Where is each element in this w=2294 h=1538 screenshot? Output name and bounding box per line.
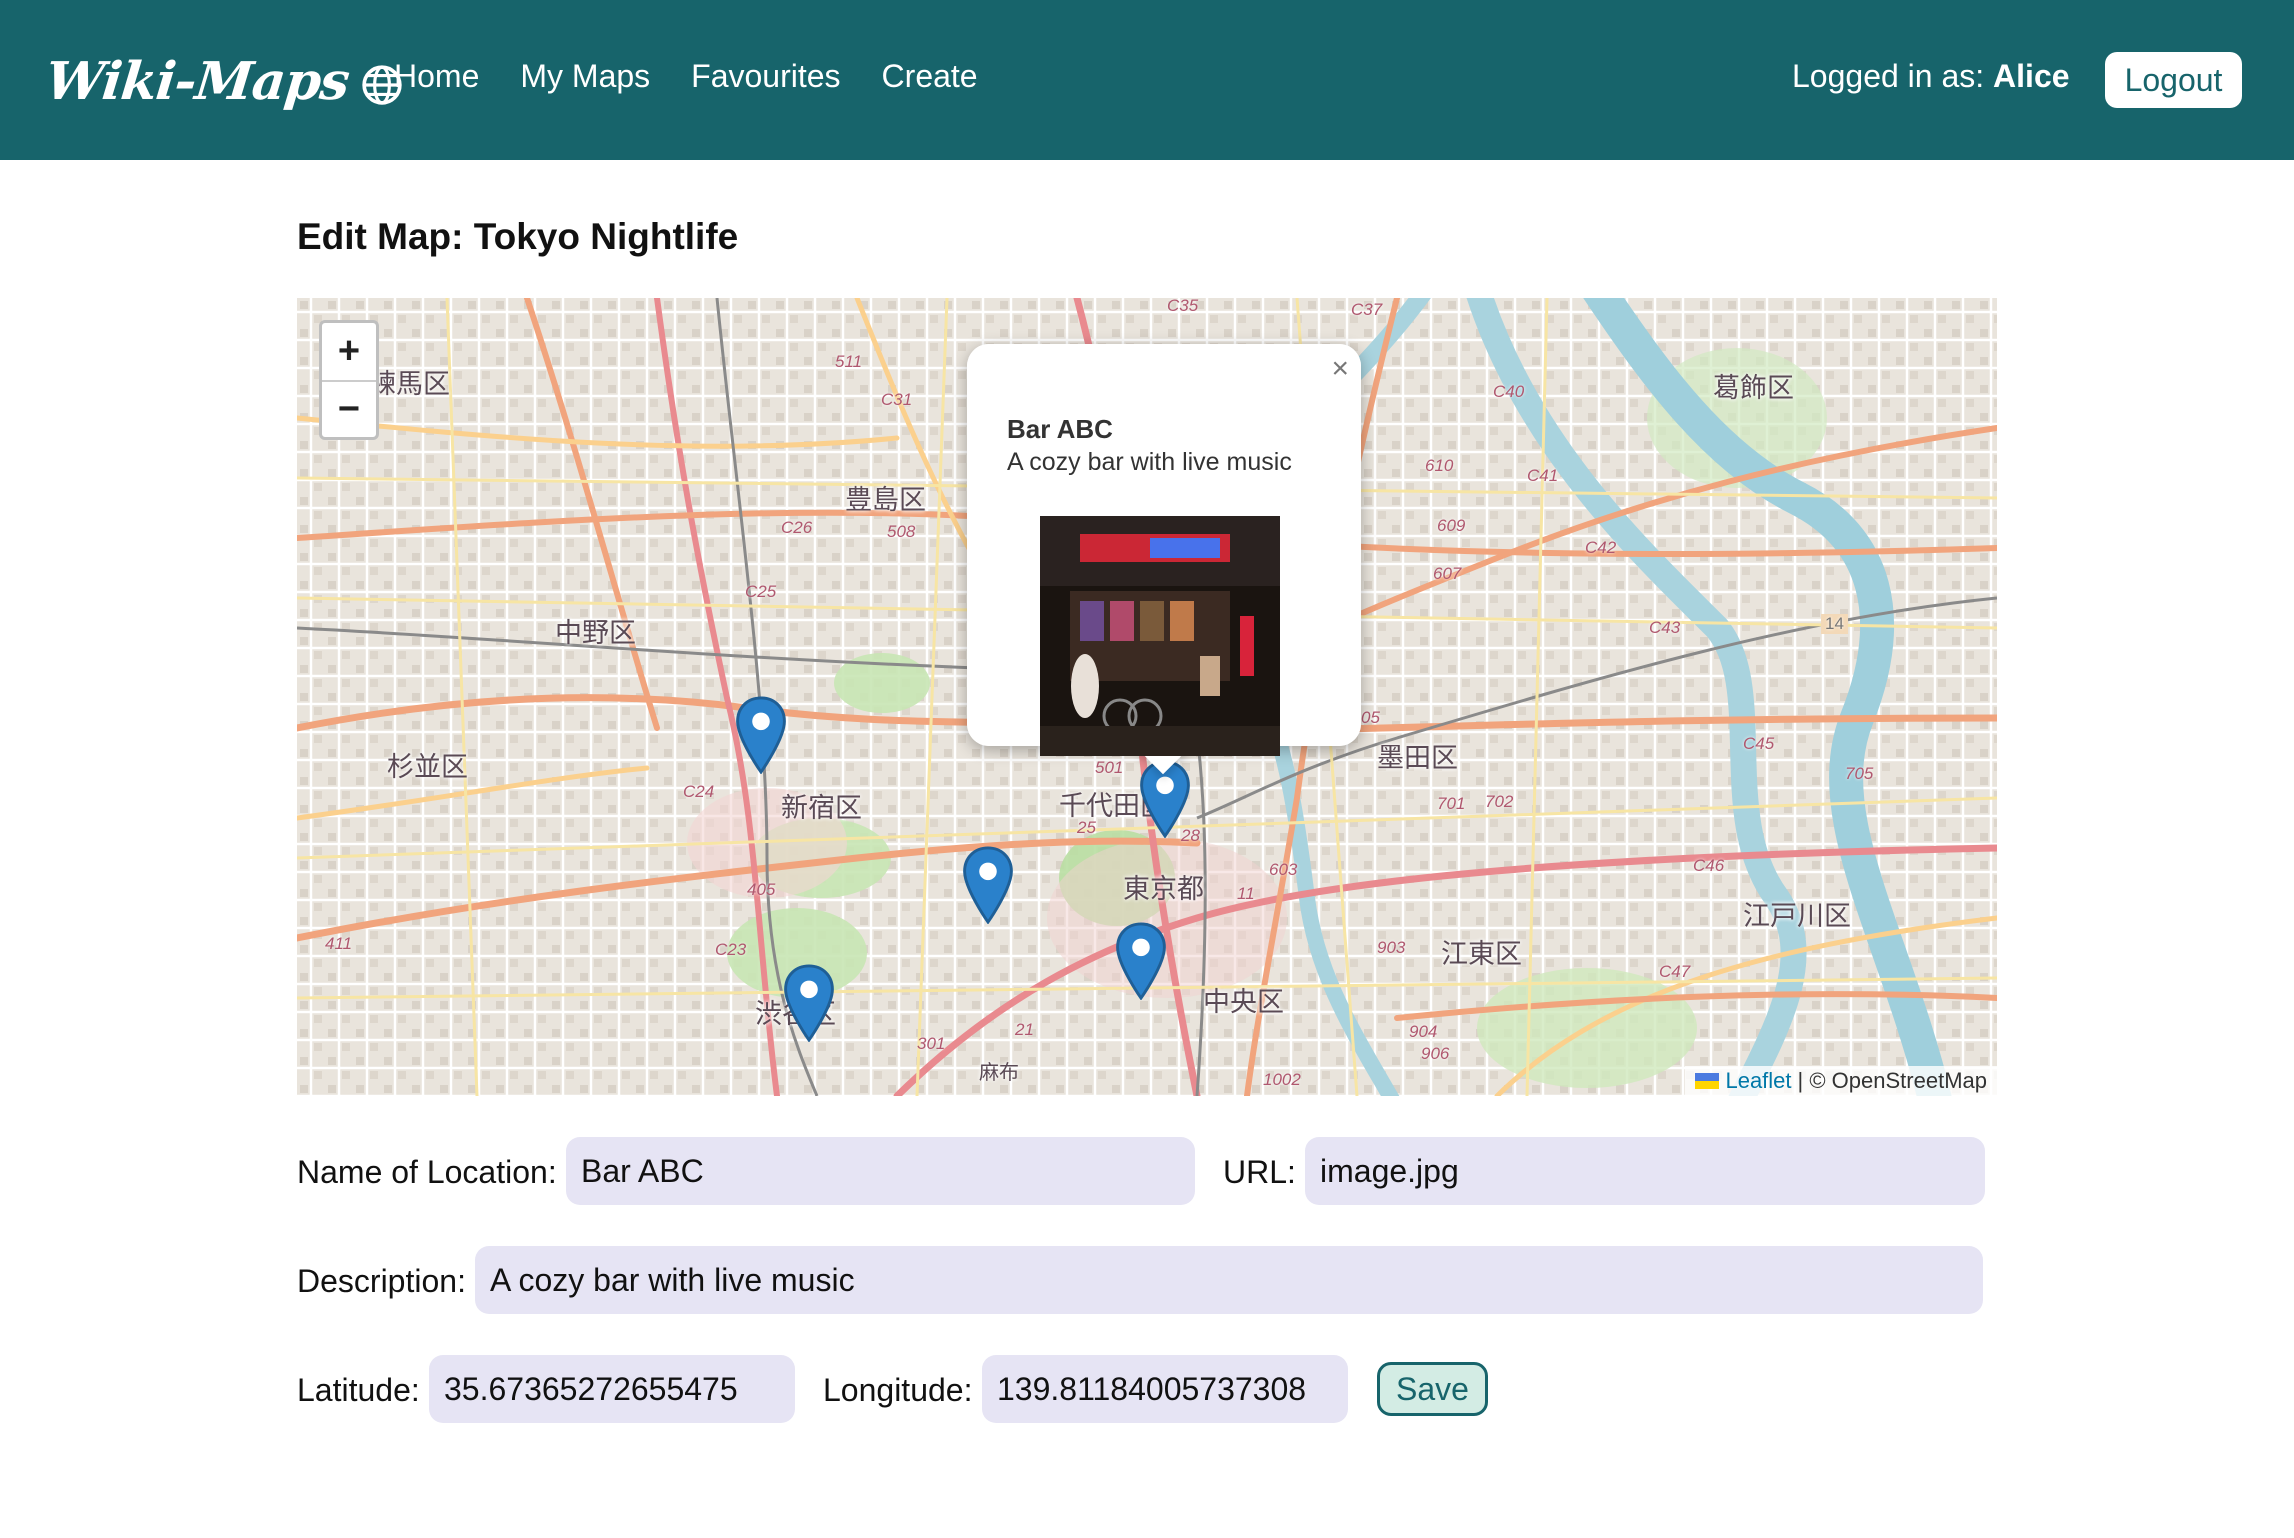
page-title: Edit Map: Tokyo Nightlife: [297, 216, 739, 257]
longitude-label: Longitude:: [823, 1372, 973, 1408]
map-label: 墨田区: [1377, 743, 1458, 773]
road-number: 21: [1015, 1020, 1034, 1039]
road-number: 14: [1821, 614, 1848, 634]
latitude-input[interactable]: [429, 1355, 795, 1423]
map-label: 麻布: [979, 1062, 1019, 1084]
road-number: C43: [1649, 618, 1681, 637]
road-number: C46: [1693, 856, 1725, 875]
road-number: 607: [1433, 564, 1462, 583]
map-marker[interactable]: [735, 696, 787, 774]
nav-home-link[interactable]: Home: [394, 58, 479, 95]
brand-name: Wiki-Maps: [42, 50, 352, 112]
road-number: C23: [715, 940, 747, 959]
location-photo: [1040, 516, 1280, 756]
nav-create-link[interactable]: Create: [882, 58, 978, 95]
description-input[interactable]: [475, 1246, 1983, 1314]
road-number: C40: [1493, 382, 1525, 401]
road-number: C24: [683, 782, 715, 801]
zoom-out-button[interactable]: −: [322, 380, 376, 437]
road-number: 301: [917, 1034, 946, 1053]
road-number: C42: [1585, 538, 1617, 557]
user-name: Alice: [1993, 58, 2070, 94]
map-label: 豊島区: [845, 485, 926, 515]
popup-description: A cozy bar with live music: [1007, 448, 1292, 476]
road-number: 501: [1095, 758, 1124, 777]
brand-logo[interactable]: Wiki-Maps: [42, 46, 403, 116]
road-number: C26: [781, 518, 813, 537]
map-label: 中野区: [555, 618, 636, 648]
popup-title: Bar ABC: [1007, 414, 1113, 444]
road-number: C35: [1167, 298, 1199, 315]
map-label: 江東区: [1441, 939, 1522, 969]
road-number: 603: [1269, 860, 1298, 879]
map-label: 葛飾区: [1713, 373, 1794, 403]
save-button[interactable]: Save: [1377, 1362, 1488, 1416]
popup-close-button[interactable]: ×: [1331, 352, 1349, 386]
leaflet-link[interactable]: Leaflet: [1725, 1068, 1791, 1094]
marker-popup: × Bar ABC A cozy bar with live music: [967, 344, 1361, 775]
login-status: Logged in as: Alice: [1792, 58, 2070, 95]
ukraine-flag-icon: [1695, 1073, 1720, 1089]
road-number: 702: [1485, 792, 1514, 811]
road-number: C45: [1743, 734, 1775, 753]
map-label: 練馬区: [369, 369, 450, 399]
road-number: 906: [1421, 1044, 1450, 1063]
map-label: 杉並区: [387, 752, 468, 782]
road-number: 610: [1425, 456, 1454, 475]
map-label: 江戸川区: [1743, 901, 1851, 931]
logout-button[interactable]: Logout: [2105, 52, 2242, 108]
navbar: Wiki-Maps Home My Maps Favourites Create…: [0, 0, 2294, 160]
login-prefix: Logged in as:: [1792, 58, 1985, 94]
zoom-in-button[interactable]: +: [322, 323, 376, 380]
road-number: C25: [745, 582, 777, 601]
zoom-control: + −: [319, 320, 379, 440]
map-label: 新宿区: [781, 793, 862, 823]
nav-favourites-link[interactable]: Favourites: [691, 58, 840, 95]
road-number: 508: [887, 522, 916, 541]
url-label: URL:: [1223, 1154, 1296, 1190]
road-number: 25: [1077, 818, 1096, 837]
url-input[interactable]: [1305, 1137, 1985, 1205]
road-number: 701: [1437, 794, 1466, 813]
road-number: 411: [325, 934, 353, 953]
road-number: 609: [1437, 516, 1466, 535]
road-number: C41: [1527, 466, 1559, 485]
map-label: 中央区: [1203, 987, 1284, 1017]
map-marker[interactable]: [783, 964, 835, 1042]
map-view[interactable]: 練馬区 豊島区 中野区 杉並区 新宿区 千代田区 東京都 葛飾区 墨田区 江戸川…: [297, 298, 1997, 1096]
description-label: Description:: [297, 1263, 466, 1299]
name-label: Name of Location:: [297, 1154, 557, 1190]
road-number: C47: [1659, 962, 1691, 981]
map-label: 東京都: [1123, 874, 1204, 904]
map-marker[interactable]: [1115, 922, 1167, 1000]
longitude-input[interactable]: [982, 1355, 1348, 1423]
road-number: 1002: [1263, 1070, 1301, 1089]
popup-content: × Bar ABC A cozy bar with live music: [967, 344, 1361, 756]
nav-my-maps-link[interactable]: My Maps: [520, 58, 650, 95]
road-number: 05: [1361, 708, 1380, 727]
map-attribution: Leaflet | © OpenStreetMap: [1685, 1066, 1997, 1096]
road-number: 904: [1409, 1022, 1438, 1041]
nav-links: Home My Maps Favourites Create: [394, 58, 978, 95]
attribution-text: | © OpenStreetMap: [1797, 1068, 1987, 1093]
road-number: 11: [1237, 884, 1255, 903]
latitude-label: Latitude:: [297, 1372, 420, 1408]
name-input[interactable]: [566, 1137, 1195, 1205]
road-number: 405: [747, 880, 776, 899]
road-number: C37: [1351, 300, 1383, 319]
road-number: 705: [1845, 764, 1874, 783]
road-number: 511: [835, 352, 863, 371]
map-marker[interactable]: [962, 846, 1014, 924]
road-number: C31: [881, 390, 913, 409]
road-number: 903: [1377, 938, 1406, 957]
